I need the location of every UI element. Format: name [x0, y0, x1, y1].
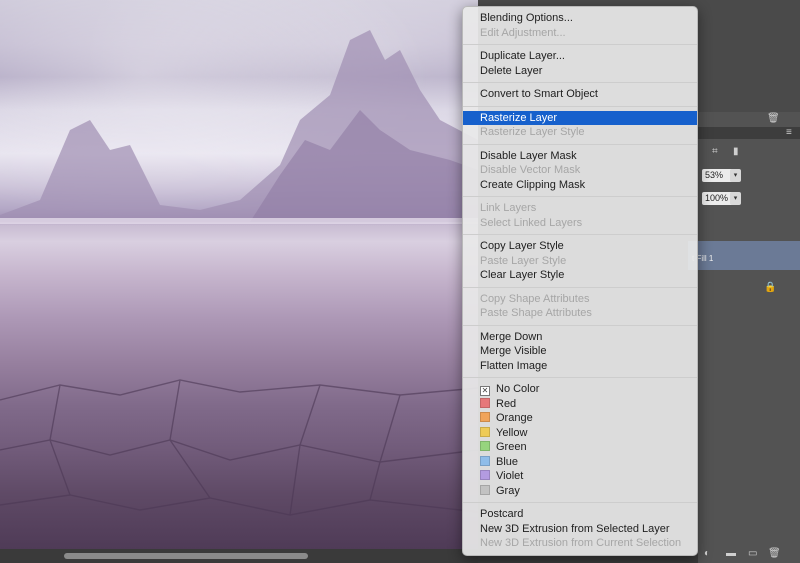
menu-item-duplicate-layer[interactable]: Duplicate Layer...	[463, 49, 697, 64]
fill-dropdown-button[interactable]: ▾	[730, 192, 741, 205]
new-layer-icon[interactable]: ▭	[748, 548, 757, 559]
menu-item-label: Duplicate Layer...	[480, 50, 565, 62]
menu-item-green[interactable]: Green	[463, 440, 697, 455]
horizontal-scrollbar[interactable]	[0, 549, 478, 563]
color-swatch-icon	[480, 397, 490, 408]
menu-item-label: Gray	[496, 484, 520, 497]
menu-separator	[463, 44, 697, 45]
no-color-swatch-icon: ✕	[480, 386, 490, 396]
menu-item-violet[interactable]: Violet	[463, 469, 697, 484]
menu-item-label: Flatten Image	[480, 359, 548, 372]
color-swatch-icon	[480, 455, 490, 466]
menu-item-rasterize-layer[interactable]: Rasterize Layer	[463, 110, 697, 125]
menu-item-blue[interactable]: Blue	[463, 455, 697, 470]
menu-item-label: Blue	[496, 455, 519, 468]
lock-position-icon[interactable]: ⌗	[712, 146, 718, 157]
opacity-dropdown-button[interactable]: ▾	[730, 169, 741, 182]
menu-item-label: Select Linked Layers	[480, 216, 583, 229]
menu-item-delete-layer[interactable]: Delete Layer	[463, 64, 697, 79]
menu-item-label: Convert to Smart Object	[480, 88, 598, 100]
menu-separator	[463, 234, 697, 235]
menu-item-label: New 3D Extrusion from Selected Layer	[480, 522, 670, 535]
menu-item-select-linked-layers: Select Linked Layers	[463, 216, 697, 231]
adjustment-layer-icon[interactable]: ◐	[704, 548, 710, 559]
menu-separator	[463, 502, 697, 503]
menu-item-flatten-image[interactable]: Flatten Image	[463, 359, 697, 374]
menu-separator	[463, 82, 697, 83]
menu-item-merge-down[interactable]: Merge Down	[463, 330, 697, 345]
menu-item-label: Blending Options...	[480, 12, 573, 24]
menu-item-disable-vector-mask: Disable Vector Mask	[463, 163, 697, 178]
menu-item-label: Disable Vector Mask	[480, 164, 581, 176]
menu-item-label: Violet	[496, 470, 524, 482]
lock-all-icon[interactable]: ▮	[733, 146, 739, 157]
menu-item-label: Yellow	[496, 426, 528, 439]
menu-item-red[interactable]: Red	[463, 397, 697, 412]
menu-item-label: Green	[496, 441, 527, 453]
menu-item-label: Red	[496, 397, 517, 410]
menu-item-new-3d-extrusion-from-selected-layer[interactable]: New 3D Extrusion from Selected Layer	[463, 522, 697, 537]
menu-item-label: No Color	[496, 383, 540, 395]
menu-item-convert-to-smart-object[interactable]: Convert to Smart Object	[463, 87, 697, 102]
menu-item-create-clipping-mask[interactable]: Create Clipping Mask	[463, 178, 697, 193]
menu-item-edit-adjustment: Edit Adjustment...	[463, 26, 697, 41]
menu-item-new-3d-extrusion-from-current-selection: New 3D Extrusion from Current Selection	[463, 536, 697, 551]
menu-item-label: Rasterize Layer Style	[480, 126, 585, 138]
menu-separator	[463, 143, 697, 145]
menu-item-label: Delete Layer	[480, 64, 543, 77]
panel-menu-icon[interactable]: ≡	[786, 127, 792, 138]
menu-item-label: Create Clipping Mask	[480, 178, 586, 191]
color-swatch-icon	[480, 441, 490, 451]
menu-item-label: New 3D Extrusion from Current Selection	[480, 537, 682, 549]
menu-item-copy-layer-style[interactable]: Copy Layer Style	[463, 239, 697, 254]
menu-item-merge-visible[interactable]: Merge Visible	[463, 344, 697, 359]
color-swatch-icon	[480, 470, 490, 480]
menu-item-gray[interactable]: Gray	[463, 484, 697, 499]
menu-item-label: Merge Visible	[480, 345, 547, 357]
menu-item-label: Copy Layer Style	[480, 240, 564, 252]
trash-icon[interactable]: 🗑	[767, 113, 780, 124]
menu-item-label: Paste Layer Style	[480, 254, 567, 267]
menu-separator	[463, 286, 697, 288]
menu-item-label: Copy Shape Attributes	[480, 292, 590, 305]
landscape-artwork	[0, 30, 478, 516]
menu-item-label: Disable Layer Mask	[480, 149, 577, 162]
menu-item-label: Merge Down	[480, 330, 543, 343]
document-canvas[interactable]	[0, 0, 478, 549]
menu-separator	[463, 105, 697, 107]
menu-item-no-color[interactable]: ✕ No Color	[463, 382, 697, 397]
menu-item-rasterize-layer-style: Rasterize Layer Style	[463, 125, 697, 140]
menu-item-label: Clear Layer Style	[480, 269, 565, 281]
menu-item-paste-layer-style: Paste Layer Style	[463, 254, 697, 269]
menu-item-label: Link Layers	[480, 202, 537, 214]
menu-separator	[463, 377, 697, 378]
lock-icon: 🔒	[764, 282, 777, 293]
delete-layer-icon[interactable]: 🗑	[768, 548, 781, 559]
scrollbar-thumb[interactable]	[64, 553, 308, 559]
menu-separator	[463, 324, 697, 326]
menu-item-blending-options[interactable]: Blending Options...	[463, 11, 697, 26]
menu-item-yellow[interactable]: Yellow	[463, 426, 697, 441]
menu-item-label: Orange	[496, 412, 533, 424]
menu-item-link-layers: Link Layers	[463, 201, 697, 216]
menu-item-clear-layer-style[interactable]: Clear Layer Style	[463, 268, 697, 283]
color-swatch-icon	[480, 484, 490, 495]
menu-item-label: Edit Adjustment...	[480, 26, 566, 39]
color-swatch-icon	[480, 412, 490, 422]
menu-item-paste-shape-attributes: Paste Shape Attributes	[463, 306, 697, 321]
menu-item-disable-layer-mask[interactable]: Disable Layer Mask	[463, 149, 697, 164]
new-group-icon[interactable]: ▬	[726, 548, 736, 559]
menu-item-postcard[interactable]: Postcard	[463, 507, 697, 522]
layer-context-menu: Blending Options... Edit Adjustment... Dup…	[462, 6, 698, 556]
menu-item-label: Paste Shape Attributes	[480, 307, 592, 319]
menu-item-copy-shape-attributes: Copy Shape Attributes	[463, 292, 697, 307]
menu-separator	[463, 196, 697, 197]
menu-item-orange[interactable]: Orange	[463, 411, 697, 426]
color-swatch-icon	[480, 426, 490, 437]
menu-item-label: Postcard	[480, 508, 524, 520]
menu-item-label: Rasterize Layer	[480, 111, 558, 124]
